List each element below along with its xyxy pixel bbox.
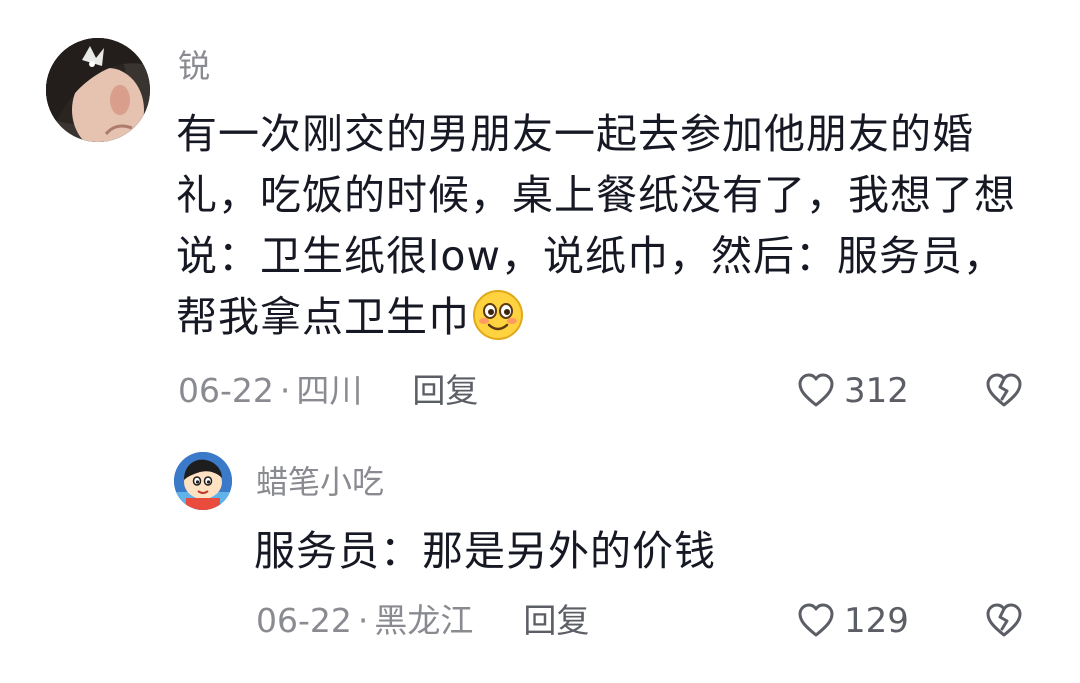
user-avatar-girl-icon: [46, 38, 150, 142]
comment-thread: 锐 有一次刚交的男朋友一起去参加他朋友的婚礼，吃饭的时候，桌上餐纸没有了，我想了…: [0, 0, 1080, 683]
like-count: 312: [844, 371, 909, 411]
reply-meta: 06-22 · 黑龙江 回复: [256, 598, 589, 644]
comment-content: 有一次刚交的男朋友一起去参加他朋友的婚礼，吃饭的时候，桌上餐纸没有了，我想了想说…: [176, 104, 1046, 348]
reply-user-avatar[interactable]: [174, 452, 232, 510]
reply-reply-button[interactable]: 回复: [523, 598, 589, 644]
reply-like-button[interactable]: 129: [796, 598, 909, 644]
heart-outline-icon: [798, 603, 834, 637]
broken-heart-dislike-icon[interactable]: [984, 601, 1024, 641]
like-button[interactable]: 312: [796, 368, 909, 414]
heart-outline-icon: [798, 373, 834, 407]
reply-date: 06-22: [256, 601, 352, 640]
meta-separator: ·: [279, 371, 291, 410]
reply-username[interactable]: 蜡笔小吃: [256, 460, 384, 504]
meta-separator: ·: [357, 601, 369, 640]
user-avatar[interactable]: [46, 38, 150, 142]
reply-button[interactable]: 回复: [412, 368, 478, 414]
comment-username[interactable]: 锐: [178, 44, 210, 88]
comment-text: 有一次刚交的男朋友一起去参加他朋友的婚礼，吃饭的时候，桌上餐纸没有了，我想了想说…: [176, 110, 1016, 341]
comment-meta: 06-22 · 四川 回复: [178, 368, 478, 414]
shy-smile-emoji-icon: [473, 290, 523, 340]
comment-date: 06-22: [178, 371, 274, 410]
user-avatar-cartoon-icon: [174, 452, 232, 510]
comment-location: 四川: [296, 371, 363, 410]
reply-like-count: 129: [844, 601, 909, 641]
comment-item: 锐 有一次刚交的男朋友一起去参加他朋友的婚礼，吃饭的时候，桌上餐纸没有了，我想了…: [0, 0, 1080, 440]
broken-heart-dislike-icon[interactable]: [984, 371, 1024, 411]
reply-location: 黑龙江: [374, 601, 474, 640]
reply-content: 服务员：那是另外的价钱: [254, 527, 716, 575]
